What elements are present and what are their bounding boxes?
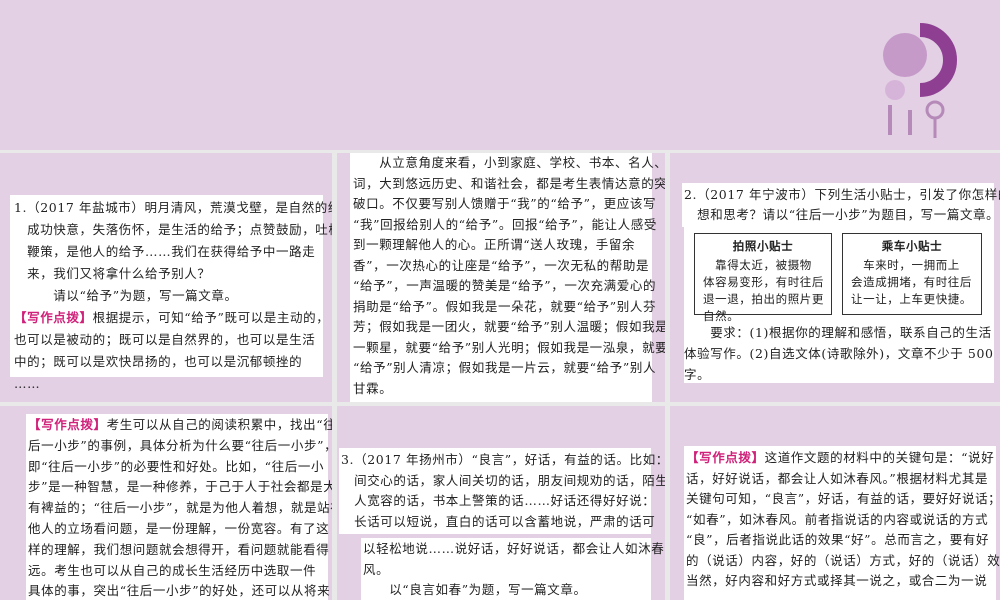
slide-banner <box>0 0 1000 150</box>
tip-text-line: 的（说话）内容，好的（说话）方式，好的（说话）效果。 <box>686 552 1000 568</box>
analysis-text-line: 芳；假如我是一团火，就要“给予”别人温暖；假如我是 <box>353 319 665 334</box>
tip-text-line: “良”，后者指说此话的效果“好”。总而言之，要有好 <box>686 532 990 547</box>
slide-panel-1: 1.（2017 年盐城市）明月清风，荒漠戈壁，是自然的给予； 成功快意，失落伤怀… <box>0 153 332 402</box>
question-text-line: 间交心的话，家人间关切的话，朋友间规劝的话，陌生 <box>341 472 665 488</box>
tip-card-line: 体容易变形，有时往后 <box>703 275 824 289</box>
analysis-text-line: 词，大到悠远历史、和谐社会，都是考生表情达意的突 <box>353 175 665 191</box>
tip-card-line: 靠得太近，被摄物 <box>703 258 812 272</box>
tip-text-line: 他人的立场看问题，是一份理解，一份宽容。有了这 <box>28 520 330 536</box>
tip-text: 考生可以从自己的阅读积累中，找出“往 <box>106 417 332 432</box>
tip-text-line: 样的理解，我们想问题就会想得开，看问题就能看得 <box>28 541 330 557</box>
analysis-text-line: 甘霖。 <box>353 380 393 396</box>
question-3-box-cont: 以轻松地说……说好话，好好说话，都会让人如沐春 风。 以“良言如春”为题，写一篇… <box>361 538 665 600</box>
bus-tip-card: 乘车小贴士 车来时，一拥而上 会造成拥堵，有时往后 让一让，上车更快捷。 <box>842 233 982 315</box>
question-text-line: 人宽容的话，书本上警策的话……好话还得好好说： <box>341 493 656 508</box>
writing-tip-tag: 【写作点拨】 <box>686 450 765 465</box>
tip-text-line: 话，好好说话，都会让人如沐春风。”根据材料尤其是 <box>686 470 989 486</box>
writing-tip-box: 【写作点拨】这道作文题的材料中的关键句是：“说好 话，好好说话，都会让人如沐春风… <box>684 446 1000 600</box>
requirement-line: 要求：(1)根据你的理解和感悟，联系自己的生活 <box>684 325 992 340</box>
analysis-text-line: “给予”别人清凉；假如我是一片云，就要“给予”别人 <box>353 360 657 375</box>
analysis-text-line: “给予”，一声温暖的赞美是“给予”，一次充满爱心的 <box>353 278 657 293</box>
question-text-line: 以轻松地说……说好话，好好说话，都会让人如沐春 <box>363 541 665 556</box>
question-text-line: 请以“给予”为题，写一篇文章。 <box>14 288 238 303</box>
tip-card-title: 拍照小贴士 <box>732 239 794 253</box>
tip-text-line: “如春”，如沐春风。前者指说话的内容或说话的方式 <box>686 511 989 527</box>
slide-panel-6: 【写作点拨】这道作文题的材料中的关键句是：“说好 话，好好说话，都会让人如沐春风… <box>670 406 1000 600</box>
tip-text-line: 当然，好内容和好方式或择其一说之，或合二为一说 <box>686 573 988 588</box>
tip-text-line: 后一小步”的事例，具体分析为什么要“往后一小步”， <box>28 437 332 453</box>
tip-card-line: 车来时，一拥而上 <box>851 258 960 272</box>
photo-tip-card: 拍照小贴士 靠得太近，被摄物 体容易变形，有时往后 退一退，拍出的照片更 自然。 <box>694 233 832 323</box>
analysis-text-line: “我”回报给别人的“给予”。回报“给予”，能让人感受 <box>353 216 657 232</box>
tip-text-line: 具体的事，突出“往后一小步”的好处，还可以从将来 <box>28 583 331 599</box>
question-text-line: 3.（2017 年扬州市）“良言”，好话，有益的话。比如：师生 <box>341 452 665 467</box>
question-2-box: 2.（2017 年宁波市）下列生活小贴士，引发了你怎样的联 想和思考？请以“往后… <box>682 183 1000 227</box>
decorative-circles-icon <box>883 23 957 138</box>
tip-card-line: 退一退，拍出的照片更 <box>703 292 824 306</box>
analysis-text-line: 香”，一次热心的让座是“给予”，一次无私的帮助是 <box>353 257 650 273</box>
tip-text-line: 即“往后一小步”的必要性和好处。比如，“往后一小 <box>28 458 325 474</box>
slide-panel-4: 【写作点拨】考生可以从自己的阅读积累中，找出“往 后一小步”的事例，具体分析为什… <box>0 406 332 600</box>
analysis-box: 从立意角度来看，小到家庭、学校、书本、名人、诗 词，大到悠远历史、和谐社会，都是… <box>350 153 665 402</box>
analysis-text-line: 一颗星，就要“给予”别人光明；假如我是一泓泉，就要 <box>353 339 665 355</box>
analysis-text-line: 破口。不仅要写别人馈赠于“我”的“给予”，更应该写 <box>353 196 657 211</box>
question-text-line: 成功快意，失落伤怀，是生活的给予；点赞鼓励，吐槽 <box>14 222 332 237</box>
tip-card-line: 会造成拥堵，有时往后 <box>851 275 972 289</box>
tip-text-line: …… <box>14 376 41 391</box>
slide-panel-3: 2.（2017 年宁波市）下列生活小贴士，引发了你怎样的联 想和思考？请以“往后… <box>670 153 1000 402</box>
tips-and-requirements-box: 拍照小贴士 靠得太近，被摄物 体容易变形，有时往后 退一退，拍出的照片更 自然。… <box>684 227 994 383</box>
question-text-line: 来，我们又将拿什么给予别人？ <box>14 266 211 281</box>
tip-text-line: 关键句可知，“良言”，好话，有益的话，要好好说话； <box>686 491 1000 506</box>
question-3-box: 3.（2017 年扬州市）“良言”，好话，有益的话。比如：师生 间交心的话，家人… <box>339 448 665 534</box>
question-text-line: 风。 <box>363 561 390 577</box>
writing-tip-tag: 【写作点拨】 <box>14 310 93 325</box>
tip-card-line: 让一让，上车更快捷。 <box>851 292 972 306</box>
tip-text-line: 远。考生也可以从自己的成长生活经历中选取一件 <box>28 562 317 578</box>
tip-text-line: 有裨益的；“往后一小步”，就是为他人着想，就是站在 <box>28 500 332 516</box>
requirement-line: 字。 <box>684 367 711 382</box>
tip-text-line: 步”是一种智慧，是一种修养，于己于人于社会都是大 <box>28 479 332 495</box>
requirement-line: 体验写作。(2)自选文体(诗歌除外)，文章不少于 500 <box>684 346 994 361</box>
question-1-box: 1.（2017 年盐城市）明月清风，荒漠戈壁，是自然的给予； 成功快意，失落伤怀… <box>10 195 332 391</box>
question-text-line: 想和思考？请以“往后一小步”为题目，写一篇文章。 <box>684 207 1000 222</box>
tip-card-title: 乘车小贴士 <box>881 239 943 253</box>
tip-text: 这道作文题的材料中的关键句是：“说好 <box>764 450 995 465</box>
writing-tip-tag: 【写作点拨】 <box>28 417 107 432</box>
slide-panel-5: 3.（2017 年扬州市）“良言”，好话，有益的话。比如：师生 间交心的话，家人… <box>337 406 665 600</box>
question-text-line: 以“良言如春”为题，写一篇文章。 <box>363 582 587 597</box>
question-text-line: 鞭策，是他人的给予……我们在获得给予中一路走 <box>14 244 316 259</box>
analysis-text-line: 从立意角度来看，小到家庭、学校、书本、名人、诗 <box>353 155 665 170</box>
writing-tip-box: 【写作点拨】考生可以从自己的阅读积累中，找出“往 后一小步”的事例，具体分析为什… <box>26 414 332 600</box>
analysis-text-line: 到一颗理解他人的心。正所谓“送人玫瑰，手留余 <box>353 237 636 252</box>
tip-text-line: 也可以是被动的；既可以是自然界的，也可以是生活 <box>14 332 316 347</box>
tip-text-line: 中的；既可以是欢快昂扬的，也可以是沉郁顿挫的 <box>14 354 303 369</box>
question-text-line: 1.（2017 年盐城市）明月清风，荒漠戈壁，是自然的给予； <box>14 200 332 215</box>
question-text-line: 2.（2017 年宁波市）下列生活小贴士，引发了你怎样的联 <box>684 187 1000 202</box>
tip-text: 根据提示，可知“给予”既可以是主动的， <box>92 310 330 325</box>
question-text-line: 长话可以短说，直白的话可以含蓄地说，严肃的话可 <box>341 513 656 529</box>
analysis-text-line: 捐助是“给予”。假如我是一朵花，就要“给予”别人芬 <box>353 298 657 314</box>
slide-panel-2: 从立意角度来看，小到家庭、学校、书本、名人、诗 词，大到悠远历史、和谐社会，都是… <box>337 153 665 402</box>
